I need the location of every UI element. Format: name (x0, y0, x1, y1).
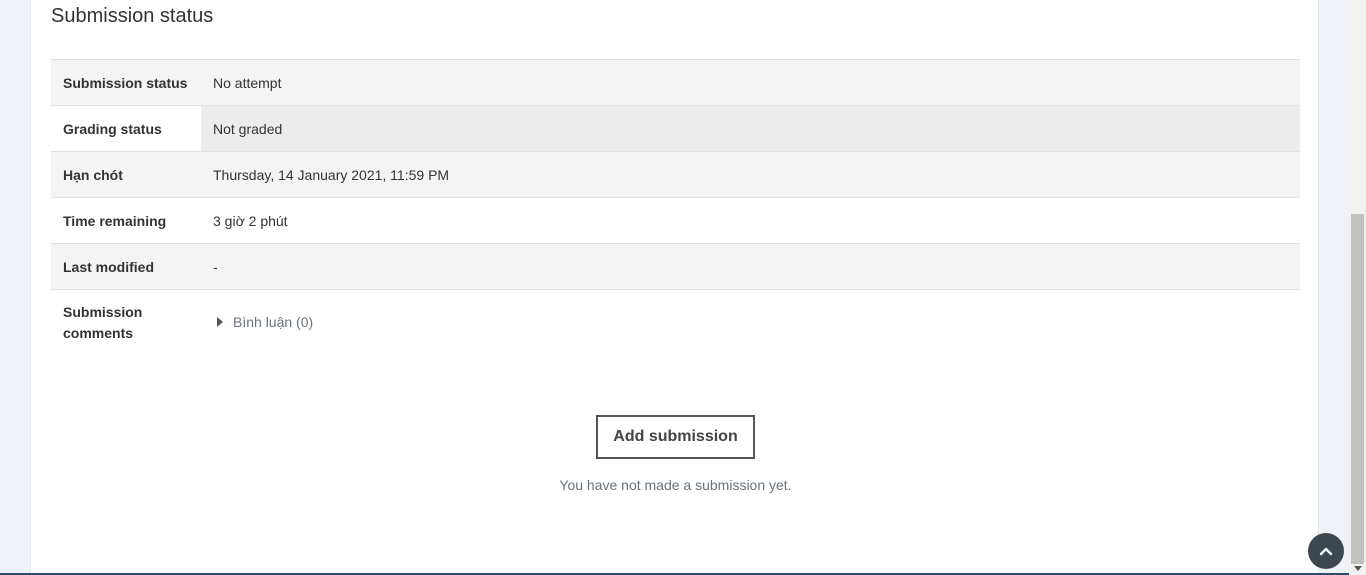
submission-status-card: Submission status Submission status No a… (30, 0, 1319, 575)
table-row-due-date: Hạn chót Thursday, 14 January 2021, 11:5… (51, 151, 1300, 197)
row-label: Last modified (63, 258, 155, 275)
scroll-down-arrow-icon[interactable] (1354, 566, 1362, 571)
table-row-grading-status: Grading status Not graded (51, 105, 1300, 151)
row-label: Grading status (51, 106, 201, 151)
caret-right-icon (217, 316, 223, 327)
back-to-top-button[interactable] (1308, 533, 1344, 569)
row-label: Time remaining (63, 212, 167, 229)
comments-toggle[interactable]: Bình luận (0) (213, 314, 313, 330)
row-value: Thursday, 14 January 2021, 11:59 PM (213, 166, 450, 183)
row-value: No attempt (213, 74, 282, 91)
row-label: Hạn chót (63, 166, 123, 183)
submission-status-table: Submission status No attempt Grading sta… (51, 59, 1300, 356)
row-value: 3 giờ 2 phút (213, 212, 288, 229)
row-value: Not graded (201, 106, 1300, 151)
scrollbar-thumb[interactable] (1351, 214, 1364, 564)
table-row-time-remaining: Time remaining 3 giờ 2 phút (51, 197, 1300, 243)
row-value: Bình luận (0) (201, 290, 1300, 356)
row-label: Submission status (63, 74, 188, 91)
add-submission-button[interactable]: Add submission (596, 415, 755, 459)
comments-toggle-label: Bình luận (0) (233, 313, 314, 330)
no-submission-message: You have not made a submission yet. (559, 477, 792, 493)
vertical-scrollbar[interactable] (1349, 0, 1366, 575)
row-label: Submission comments (63, 304, 143, 341)
table-row-submission-comments: Submission comments Bình luận (0) (51, 289, 1300, 356)
table-row-last-modified: Last modified - (51, 243, 1300, 289)
table-row-submission-status: Submission status No attempt (51, 59, 1300, 105)
row-value: - (213, 258, 218, 275)
section-title: Submission status (51, 5, 214, 27)
chevron-up-icon (1319, 547, 1333, 556)
